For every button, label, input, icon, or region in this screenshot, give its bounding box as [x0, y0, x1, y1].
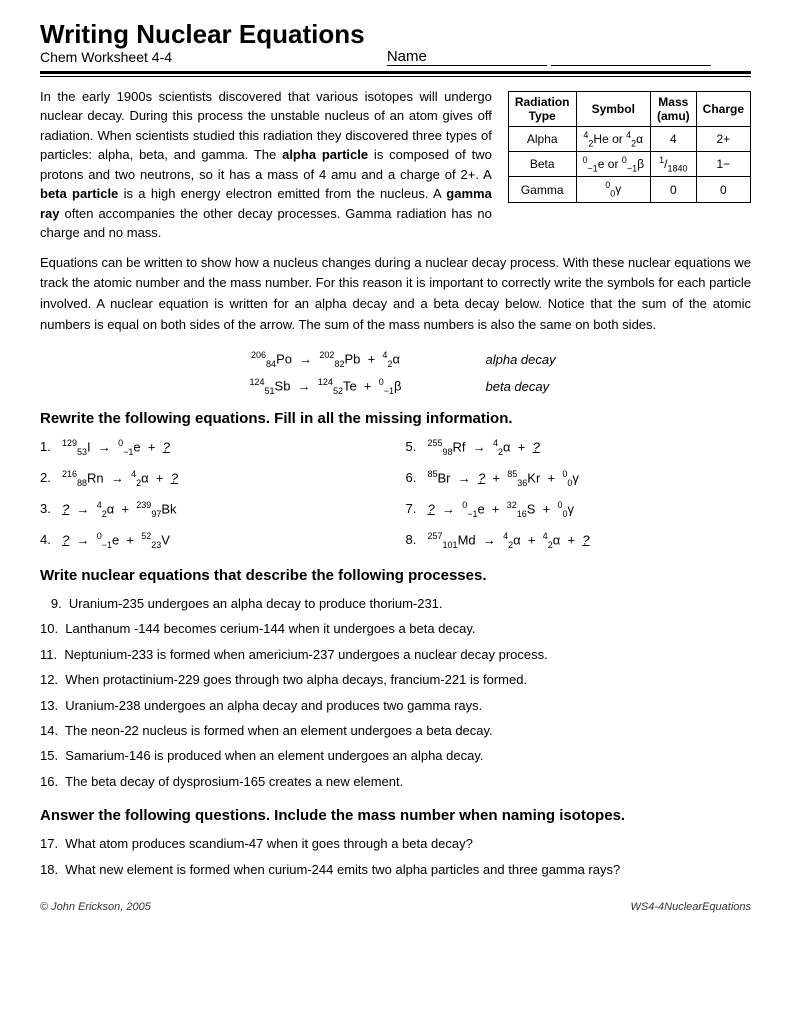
table-row: Gamma 00γ 0 0 — [508, 177, 750, 202]
radiation-gamma: Gamma — [508, 177, 576, 202]
alpha-decay-label: alpha decay — [486, 352, 626, 367]
table-row: Beta 0−1e or 0−1β 1/1840 1− — [508, 151, 750, 176]
problem-8: 8. 257101Md → 42α + 42α + ? — [406, 528, 752, 553]
problem-num-1: 1. — [40, 435, 58, 458]
equations-section: Equations can be written to show how a n… — [40, 253, 751, 336]
problem-eq-1: 12953I → 0−1e + ? — [62, 435, 170, 460]
problem-eq-3: ? → 42α + 23997Bk — [62, 497, 177, 522]
divider-thin — [40, 76, 751, 77]
beta-decay-equation: 12451Sb → 12452Te + 0−1β — [166, 377, 486, 396]
page-title: Writing Nuclear Equations — [40, 20, 751, 49]
divider-thick — [40, 71, 751, 74]
radiation-table: RadiationType Symbol Mass(amu) Charge Al… — [508, 91, 751, 203]
problem-num-4: 4. — [40, 528, 58, 551]
problem-3: 3. ? → 42α + 23997Bk — [40, 497, 386, 522]
col-symbol: Symbol — [576, 91, 650, 126]
worksheet-id: WS4-4NuclearEquations — [631, 901, 751, 913]
problem-2: 2. 21688Rn → 42α + ? — [40, 466, 386, 491]
problem-eq-7: ? → 0−1e + 3216S + 00γ — [428, 497, 575, 522]
problem-eq-5: 25598Rf → 42α + ? — [428, 435, 540, 460]
problem-5: 5. 25598Rf → 42α + ? — [406, 435, 752, 460]
charge-alpha: 2+ — [696, 126, 750, 151]
symbol-gamma: 00γ — [576, 177, 650, 202]
name-underline — [551, 48, 711, 66]
list-item: 17. What atom produces scandium-47 when … — [40, 832, 751, 855]
beta-decay-example: 12451Sb → 12452Te + 0−1β beta decay — [40, 377, 751, 396]
problem-num-7: 7. — [406, 497, 424, 520]
list-item: 11. Neptunium-233 is formed when americi… — [40, 643, 751, 666]
footer: © John Erickson, 2005 WS4-4NuclearEquati… — [40, 901, 751, 913]
problem-num-3: 3. — [40, 497, 58, 520]
problem-num-8: 8. — [406, 528, 424, 551]
mass-alpha: 4 — [650, 126, 696, 151]
problems-grid-1: 1. 12953I → 0−1e + ? 5. 25598Rf → 42α + … — [40, 435, 751, 553]
section1: Rewrite the following equations. Fill in… — [40, 410, 751, 553]
header: Writing Nuclear Equations Chem Worksheet… — [40, 20, 751, 65]
example-equations: 20684Po → 20282Pb + 42α alpha decay 1245… — [40, 350, 751, 396]
name-field: Name — [387, 48, 711, 66]
problem-6: 6. 85Br → ? + 8536Kr + 00γ — [406, 466, 752, 491]
list-item: 15. Samarium-146 is produced when an ele… — [40, 744, 751, 767]
problem-eq-6: 85Br → ? + 8536Kr + 00γ — [428, 466, 579, 491]
intro-text: In the early 1900s scientists discovered… — [40, 87, 492, 243]
section2-title: Write nuclear equations that describe th… — [40, 567, 751, 584]
col-mass: Mass(amu) — [650, 91, 696, 126]
mass-gamma: 0 — [650, 177, 696, 202]
list-item: 16. The beta decay of dysprosium-165 cre… — [40, 770, 751, 793]
name-label: Name — [387, 48, 547, 66]
problem-num-5: 5. — [406, 435, 424, 458]
alpha-decay-example: 20684Po → 20282Pb + 42α alpha decay — [40, 350, 751, 369]
col-charge: Charge — [696, 91, 750, 126]
problem-eq-2: 21688Rn → 42α + ? — [62, 466, 178, 491]
problem-num-2: 2. — [40, 466, 58, 489]
list-item: 9. Uranium-235 undergoes an alpha decay … — [40, 592, 751, 615]
alpha-bold: alpha particle — [282, 147, 368, 162]
copyright: © John Erickson, 2005 — [40, 901, 151, 913]
radiation-beta: Beta — [508, 151, 576, 176]
table-row: Alpha 42He or 42α 4 2+ — [508, 126, 750, 151]
list-item: 14. The neon-22 nucleus is formed when a… — [40, 719, 751, 742]
charge-gamma: 0 — [696, 177, 750, 202]
problem-num-6: 6. — [406, 466, 424, 489]
problem-7: 7. ? → 0−1e + 3216S + 00γ — [406, 497, 752, 522]
problem-4: 4. ? → 0−1e + 5223V — [40, 528, 386, 553]
intro-section: In the early 1900s scientists discovered… — [40, 87, 751, 243]
col-radiation-type: RadiationType — [508, 91, 576, 126]
list-item: 13. Uranium-238 undergoes an alpha decay… — [40, 694, 751, 717]
beta-decay-label: beta decay — [486, 379, 626, 394]
symbol-beta: 0−1e or 0−1β — [576, 151, 650, 176]
problem-eq-8: 257101Md → 42α + 42α + ? — [428, 528, 590, 553]
section3: Answer the following questions. Include … — [40, 807, 751, 881]
radiation-alpha: Alpha — [508, 126, 576, 151]
section1-title: Rewrite the following equations. Fill in… — [40, 410, 751, 427]
beta-bold: beta particle — [40, 186, 118, 201]
symbol-alpha: 42He or 42α — [576, 126, 650, 151]
section3-title: Answer the following questions. Include … — [40, 807, 751, 824]
list-item: 10. Lanthanum -144 becomes cerium-144 wh… — [40, 617, 751, 640]
word-problems-3: 17. What atom produces scandium-47 when … — [40, 832, 751, 881]
list-item: 18. What new element is formed when curi… — [40, 858, 751, 881]
charge-beta: 1− — [696, 151, 750, 176]
problem-1: 1. 12953I → 0−1e + ? — [40, 435, 386, 460]
section2: Write nuclear equations that describe th… — [40, 567, 751, 793]
list-item: 12. When protactinium-229 goes through t… — [40, 668, 751, 691]
alpha-decay-equation: 20684Po → 20282Pb + 42α — [166, 350, 486, 369]
problem-eq-4: ? → 0−1e + 5223V — [62, 528, 170, 553]
mass-beta: 1/1840 — [650, 151, 696, 176]
word-problems-2: 9. Uranium-235 undergoes an alpha decay … — [40, 592, 751, 793]
